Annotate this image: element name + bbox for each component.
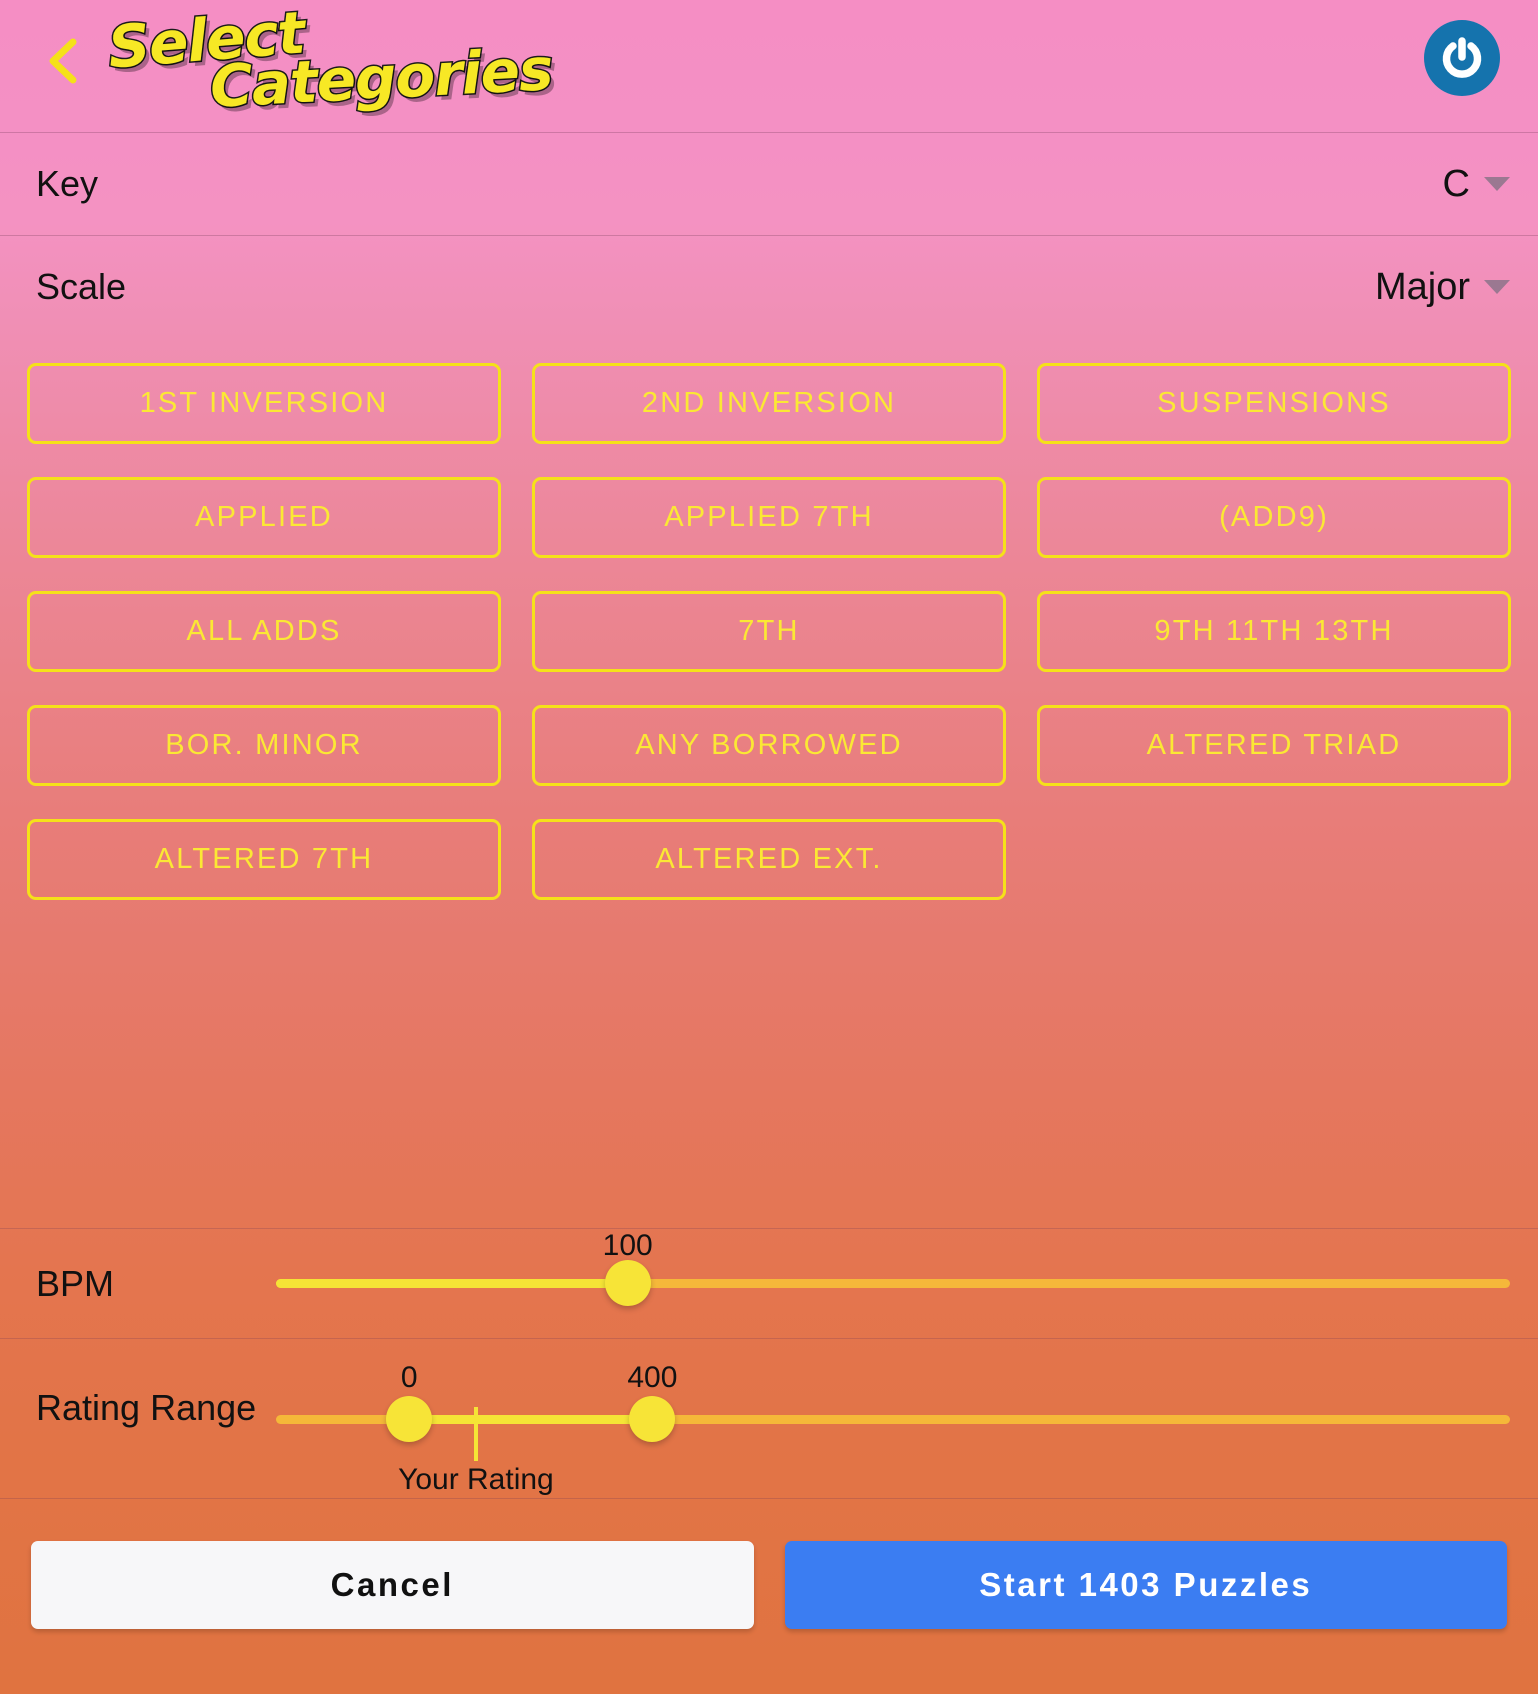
start-puzzles-button[interactable]: Start 1403 Puzzles: [784, 1540, 1507, 1629]
category-button[interactable]: Altered 7th: [27, 819, 501, 900]
page-header: Select Categories: [0, 0, 1538, 132]
rating-track-fill: [409, 1415, 653, 1424]
back-button[interactable]: [44, 36, 82, 86]
category-button[interactable]: 7th: [532, 591, 1006, 672]
category-button[interactable]: Any Borrowed: [532, 705, 1006, 786]
rating-track-area[interactable]: 0 400 Your Rating: [276, 1339, 1510, 1499]
rating-min-slider-thumb[interactable]: [386, 1396, 433, 1442]
category-button[interactable]: Altered Triad: [1037, 705, 1511, 786]
your-rating-tick: [473, 1407, 478, 1461]
chevron-down-icon: [1484, 177, 1510, 191]
bpm-slider-thumb[interactable]: [604, 1259, 651, 1306]
power-button[interactable]: [1424, 20, 1500, 96]
page-title-line2: Categories: [207, 34, 556, 123]
power-icon: [1442, 37, 1482, 78]
rating-slider-row: Rating Range 0 400 Your Rating: [0, 1338, 1538, 1498]
category-button[interactable]: Bor. Minor: [27, 705, 501, 786]
scale-label: Scale: [36, 266, 127, 307]
bpm-label: BPM: [36, 1262, 115, 1304]
chevron-down-icon: [1484, 280, 1510, 294]
your-rating-label: Your Rating: [398, 1463, 554, 1496]
category-button[interactable]: 2nd Inversion: [532, 363, 1006, 444]
page-title-line1: Select: [104, 0, 308, 83]
scale-select-control[interactable]: Major: [1375, 266, 1510, 309]
rating-max-value-label: 400: [627, 1361, 678, 1394]
key-select-control[interactable]: C: [1443, 163, 1510, 206]
slider-section: BPM 100 Rating Range 0 400 Your Rating: [0, 1228, 1538, 1498]
bpm-slider-row: BPM 100: [0, 1228, 1538, 1338]
category-button[interactable]: Altered Ext.: [532, 819, 1006, 900]
footer-action-bar: Cancel Start 1403 Puzzles: [0, 1498, 1538, 1694]
category-button[interactable]: 1st Inversion: [27, 363, 501, 444]
rating-max-slider-thumb[interactable]: [629, 1396, 676, 1442]
category-button[interactable]: 9th 11th 13th: [1037, 591, 1511, 672]
bpm-value-label: 100: [602, 1228, 653, 1262]
rating-min-value-label: 0: [400, 1361, 418, 1394]
key-label: Key: [36, 163, 99, 204]
category-button[interactable]: Applied: [27, 477, 501, 558]
category-button[interactable]: (Add9): [1037, 477, 1511, 558]
bpm-track-fill: [276, 1278, 628, 1288]
bpm-track-area[interactable]: 100: [276, 1229, 1510, 1339]
category-button[interactable]: All Adds: [27, 591, 501, 672]
cancel-button[interactable]: Cancel: [31, 1540, 754, 1629]
key-value: C: [1442, 162, 1470, 205]
key-select-row[interactable]: Key C: [0, 132, 1538, 235]
category-button[interactable]: Suspensions: [1037, 363, 1511, 444]
scale-value: Major: [1374, 265, 1470, 308]
page-title: Select Categories: [100, 0, 620, 123]
category-grid: 1st Inversion 2nd Inversion Suspensions App…: [0, 338, 1538, 900]
scale-select-row[interactable]: Scale Major: [0, 235, 1538, 338]
chevron-left-icon: [49, 38, 77, 84]
rating-label: Rating Range: [36, 1387, 257, 1428]
category-button[interactable]: Applied 7th: [532, 477, 1006, 558]
